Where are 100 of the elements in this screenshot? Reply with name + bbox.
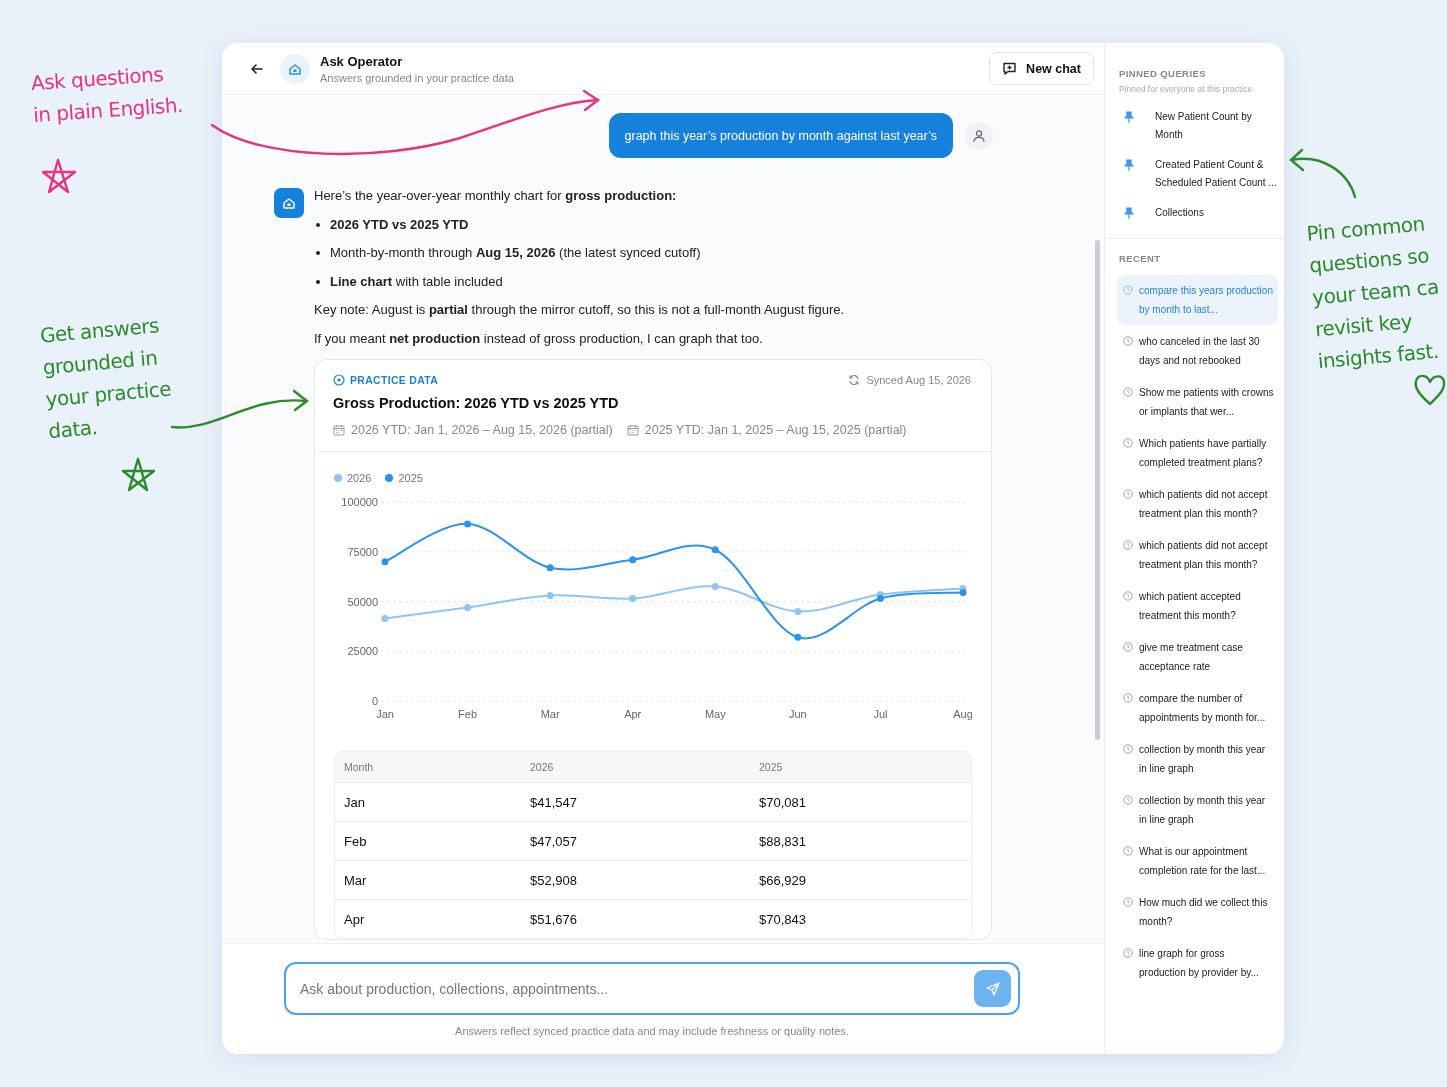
recent-query[interactable]: What is our appointment completion rate for the last... bbox=[1117, 836, 1278, 886]
table-cell-text: Apr bbox=[343, 911, 366, 927]
recent-query[interactable]: which patient accepted treatment this month? bbox=[1117, 581, 1278, 631]
pin-icon bbox=[1124, 159, 1134, 171]
app-subtitle: Answers grounded in your practice data bbox=[320, 71, 515, 84]
calendar-icon bbox=[333, 424, 345, 436]
data-point bbox=[546, 564, 554, 572]
curved-arrow bbox=[1289, 148, 1357, 199]
recent-query[interactable]: How much did we collect this month? bbox=[1117, 887, 1278, 937]
column-header: 2025 bbox=[758, 761, 783, 773]
recent-query[interactable]: give me treatment case acceptance rate bbox=[1117, 632, 1278, 682]
clock-icon bbox=[1123, 744, 1133, 754]
section-heading: PINNED QUERIES bbox=[1119, 68, 1207, 79]
axis-label: 50000 bbox=[347, 595, 378, 608]
table-cell-text: $70,843 bbox=[758, 911, 806, 927]
recent-query[interactable]: who canceled in the last 30 days and not rebooked bbox=[1117, 326, 1278, 376]
handwritten-note: Pin common questions so your team ca revisit key insights fast. bbox=[1305, 210, 1441, 376]
pin-icon bbox=[1124, 207, 1134, 219]
axis-label: 75000 bbox=[347, 545, 378, 558]
axis-label: Feb bbox=[458, 708, 478, 720]
clock-icon bbox=[1123, 591, 1133, 601]
legend-label: 2025 bbox=[398, 472, 423, 484]
clock-icon bbox=[1123, 948, 1133, 958]
data-point bbox=[629, 556, 637, 564]
table-cell-text: $51,676 bbox=[529, 911, 578, 927]
recent-query[interactable]: compare this years production by month to last... bbox=[1117, 275, 1278, 325]
axis-label: Aug bbox=[953, 708, 972, 720]
send-button[interactable] bbox=[974, 970, 1011, 1007]
user-avatar-icon bbox=[965, 121, 993, 150]
clock-icon bbox=[1123, 846, 1133, 856]
heart-icon bbox=[1414, 374, 1446, 406]
data-point bbox=[794, 607, 802, 615]
recent-query[interactable]: compare the number of appointments by month for... bbox=[1117, 683, 1278, 733]
table-cell-text: $41,547 bbox=[529, 794, 578, 810]
star-icon bbox=[121, 457, 156, 492]
clock-icon bbox=[1123, 693, 1133, 703]
axis-label: Jan bbox=[376, 708, 394, 720]
recent-query[interactable]: which patients did not accept treatment plan this month? bbox=[1117, 530, 1278, 580]
source-label: PRACTICE DATA bbox=[350, 374, 439, 386]
clock-icon bbox=[1123, 438, 1133, 448]
data-point bbox=[381, 558, 389, 566]
legend-label: 2026 bbox=[347, 472, 372, 484]
date-range: 2026 YTD: Jan 1, 2026 – Aug 15, 2026 (partial) bbox=[351, 423, 613, 437]
app-title: Ask Operator bbox=[320, 53, 404, 69]
bullet-text: 2026 YTD vs 2025 YTD bbox=[330, 215, 469, 234]
composer-box[interactable]: Ask about production, collections, appointments... bbox=[284, 962, 1020, 1015]
section-heading: RECENT bbox=[1119, 253, 1162, 264]
clock-icon bbox=[1123, 642, 1133, 652]
back-arrow-icon bbox=[250, 61, 264, 76]
table-cell-text: Feb bbox=[343, 833, 368, 849]
clock-icon bbox=[1123, 540, 1133, 550]
bullet-text: Month-by-month through Aug 15, 2026 (the latest synced cutoff) bbox=[330, 244, 701, 262]
card-title: Gross Production: 2026 YTD vs 2025 YTD bbox=[333, 395, 620, 411]
assistant-avatar-icon bbox=[274, 188, 304, 218]
recent-query[interactable]: Show me patients with crowns or implants that wer... bbox=[1117, 377, 1278, 427]
sync-status: Synced Aug 15, 2026 bbox=[866, 374, 971, 386]
axis-label: Jul bbox=[873, 708, 888, 720]
chat-plus-icon bbox=[1002, 61, 1018, 76]
axis-label: May bbox=[704, 708, 726, 720]
refresh-icon bbox=[848, 374, 861, 386]
data-point bbox=[711, 546, 719, 554]
data-point bbox=[546, 592, 554, 600]
axis-label: Jun bbox=[789, 708, 807, 720]
axis-label: Apr bbox=[624, 708, 642, 720]
clock-icon bbox=[1123, 336, 1133, 346]
pin-icon bbox=[1124, 111, 1134, 123]
table-cell-text: $66,929 bbox=[758, 872, 806, 888]
assistant-text: Key note: August is partial through the mirror cutoff, so this is not a full-month August figure. bbox=[314, 301, 846, 319]
clock-icon bbox=[1123, 897, 1133, 907]
data-point bbox=[464, 520, 472, 528]
user-message: graph this year’s production by month against last year’s bbox=[608, 113, 953, 158]
scrollbar[interactable] bbox=[1095, 240, 1100, 740]
message-input[interactable]: Ask about production, collections, appointments... bbox=[298, 979, 974, 998]
disclaimer-text: Answers reflect synced practice data and may include freshness or quality notes. bbox=[454, 1025, 850, 1037]
calendar-icon bbox=[626, 424, 639, 436]
recent-query[interactable]: line graph for gross production by provider by... bbox=[1117, 938, 1278, 988]
recent-query[interactable]: which patients did not accept treatment plan this month? bbox=[1117, 479, 1278, 529]
bullet-text: Line chart with table included bbox=[330, 272, 503, 291]
table-cell-text: $47,057 bbox=[529, 833, 578, 849]
recent-query[interactable]: collection by month this year in line graph bbox=[1117, 785, 1278, 835]
table-cell-text: Jan bbox=[343, 794, 366, 810]
axis-label: 25000 bbox=[347, 645, 378, 658]
pinned-query[interactable]: Created Patient Count & Scheduled Patient Count ... bbox=[1155, 156, 1282, 192]
axis-label: 0 bbox=[371, 695, 378, 707]
assistant-text: Here’s the year-over-year monthly chart for gross production: bbox=[314, 187, 678, 205]
recent-query[interactable]: Which patients have partially completed treatment plans? bbox=[1117, 428, 1278, 478]
data-point bbox=[381, 614, 389, 622]
table-cell-text: $70,081 bbox=[758, 794, 806, 810]
bullet-icon bbox=[316, 222, 320, 227]
bullet-icon bbox=[316, 251, 320, 256]
pinned-query[interactable]: New Patient Count by Month bbox=[1155, 108, 1282, 144]
star-icon bbox=[41, 158, 77, 194]
section-subtitle: Pinned for everyone at this practice bbox=[1119, 84, 1254, 94]
recent-query[interactable]: collection by month this year in line graph bbox=[1117, 734, 1278, 784]
data-point bbox=[464, 603, 472, 611]
table-cell-text: $52,908 bbox=[529, 872, 578, 888]
pinned-query[interactable]: Collections bbox=[1155, 204, 1282, 222]
handwritten-note: Get answers grounded in your practice data. bbox=[38, 312, 173, 446]
table-cell-text: $88,831 bbox=[758, 833, 806, 849]
new-chat-button[interactable]: New chat bbox=[989, 52, 1094, 85]
